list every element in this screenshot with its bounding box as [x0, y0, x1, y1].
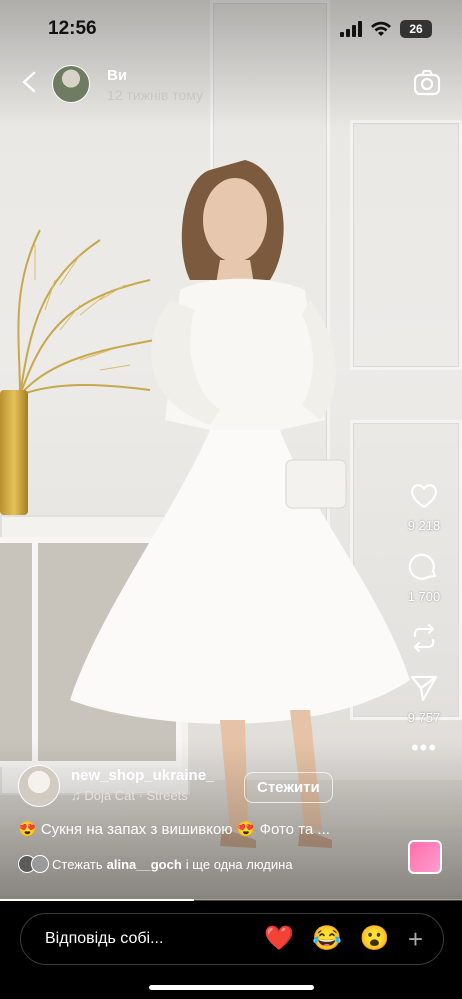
camera-icon[interactable]	[412, 68, 442, 98]
back-chevron-icon[interactable]	[18, 70, 42, 94]
battery-indicator: 26	[400, 20, 432, 38]
comment-bubble-icon[interactable]	[408, 551, 440, 583]
song-title: Doja Cat · Streets	[84, 788, 188, 803]
share-count: 9 757	[407, 710, 441, 725]
audio-track[interactable]: ♫ Doja Cat · Streets	[71, 788, 188, 803]
like-action[interactable]: 9 218	[407, 480, 441, 533]
user-avatar[interactable]	[52, 65, 90, 103]
share-action[interactable]: 9 757	[407, 672, 441, 725]
follow-button[interactable]: Стежити	[244, 772, 333, 803]
reply-input[interactable]: Відповідь собі...	[45, 930, 163, 948]
status-icons: 26	[340, 20, 432, 38]
heart-icon[interactable]	[408, 480, 440, 512]
mini-avatar	[31, 855, 49, 873]
status-bar: 12:56 26	[0, 0, 462, 56]
wifi-icon	[371, 21, 391, 36]
followed-by-prefix: Стежать	[52, 856, 103, 872]
followed-by-name[interactable]: alina__goch	[107, 857, 182, 872]
gold-vase	[0, 390, 28, 515]
author-avatar[interactable]	[18, 765, 60, 807]
status-time: 12:56	[48, 18, 97, 39]
story-progress-fill	[0, 899, 195, 901]
repost-arrows-icon[interactable]	[408, 622, 440, 654]
home-indicator	[149, 985, 314, 990]
reply-bar[interactable]: Відповідь собі... ❤️ 😂 😮 +	[20, 913, 444, 965]
cellular-signal-icon	[340, 21, 362, 37]
heart-reaction-icon[interactable]: ❤️	[264, 924, 294, 953]
remix-action[interactable]	[408, 622, 440, 654]
post-caption[interactable]: 😍 Сукня на запах з вишивкою 😍 Фото та ..…	[18, 820, 418, 838]
surprised-reaction-icon[interactable]: 😮	[360, 924, 390, 953]
story-progress-bar	[0, 899, 462, 901]
action-rail: 9 218 1 700 9 757 •••	[400, 480, 448, 771]
followed-by-suffix: і ще одна людина	[185, 856, 293, 872]
header-username[interactable]: Ви	[107, 67, 127, 84]
laugh-reaction-icon[interactable]: 😂	[312, 924, 342, 953]
follower-avatars	[18, 855, 49, 873]
like-count: 9 218	[407, 518, 441, 533]
author-username[interactable]: new_shop_ukraine_	[71, 767, 214, 784]
quick-reactions: ❤️ 😂 😮 +	[264, 924, 423, 953]
audio-thumbnail[interactable]	[408, 840, 442, 874]
music-note-icon: ♫	[71, 788, 85, 803]
comment-count: 1 700	[407, 589, 441, 604]
plus-icon[interactable]: +	[408, 926, 423, 952]
story-header: Ви 12 тижнів тому	[0, 60, 462, 110]
post-time-ago: 12 тижнів тому	[107, 87, 204, 103]
more-options-icon[interactable]: •••	[411, 737, 437, 759]
followed-by[interactable]: Стежать alina__goch і ще одна людина	[18, 855, 293, 873]
comment-action[interactable]: 1 700	[407, 551, 441, 604]
paper-plane-icon[interactable]	[408, 672, 440, 704]
